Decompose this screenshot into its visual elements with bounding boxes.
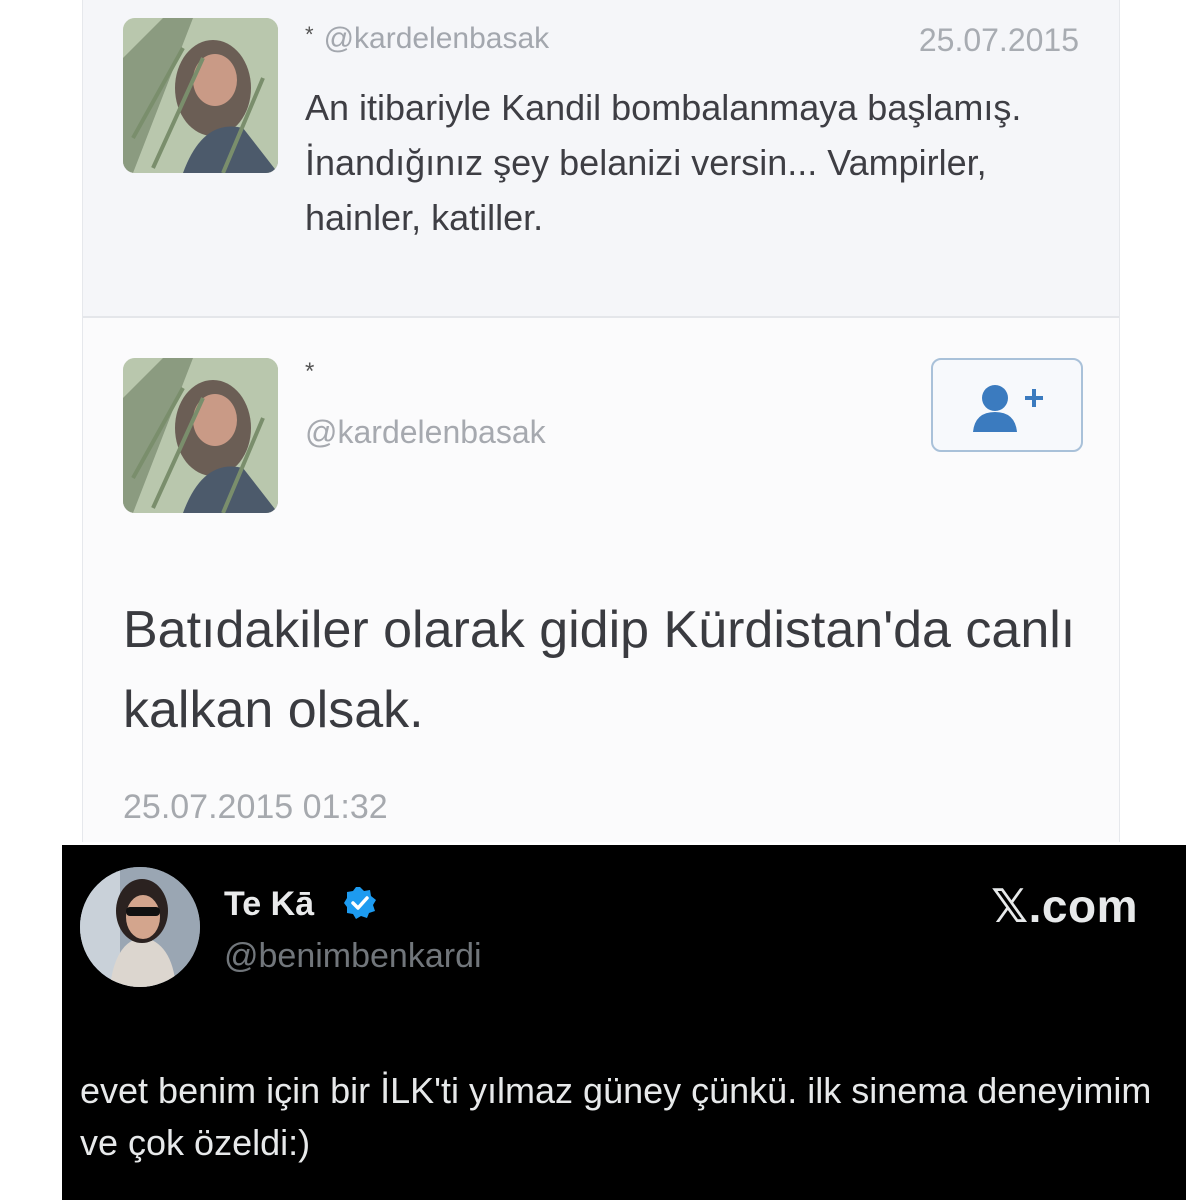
main-tweet: * @kardelenbasak Batıdakiler olarak gidi… bbox=[83, 318, 1119, 842]
follow-button[interactable] bbox=[931, 358, 1083, 452]
avatar[interactable] bbox=[80, 867, 200, 987]
tweet-text: Batıdakiler olarak gidip Kürdistan'da ca… bbox=[123, 601, 1076, 739]
avatar-photo bbox=[80, 867, 200, 987]
avatar[interactable] bbox=[123, 358, 278, 513]
x-logo-text: 𝕏.com bbox=[991, 880, 1138, 932]
tweet-text: An itibariyle Kandil bombalanmaya başlam… bbox=[305, 87, 1022, 238]
old-tweet-screenshot: * @kardelenbasak 25.07.2015 An itibariyle… bbox=[82, 0, 1120, 842]
author-star: * bbox=[305, 358, 315, 385]
avatar-photo bbox=[123, 18, 278, 173]
author-star: * bbox=[305, 22, 314, 47]
author-handle[interactable]: @kardelenbasak bbox=[305, 414, 546, 451]
verified-badge-icon bbox=[344, 887, 376, 919]
reply-tweet[interactable]: * @kardelenbasak 25.07.2015 An itibariyle… bbox=[83, 0, 1119, 318]
post-text: evet benim için bir İLK'ti yılmaz güney … bbox=[80, 1070, 1152, 1163]
avatar[interactable] bbox=[123, 18, 278, 173]
user-handle[interactable]: @benimbenkardi bbox=[224, 937, 482, 976]
tweet-date: 25.07.2015 bbox=[918, 22, 1079, 58]
x-post: Te Kā @benimbenkardi 𝕏.com evet benim iç… bbox=[62, 845, 1186, 1200]
tweet-timestamp: 25.07.2015 01:32 bbox=[123, 788, 388, 826]
follow-user-plus-icon bbox=[973, 385, 1043, 432]
author-handle[interactable]: @kardelenbasak bbox=[324, 22, 550, 55]
tweet-author: * @kardelenbasak bbox=[305, 22, 549, 56]
display-name[interactable]: Te Kā bbox=[224, 885, 314, 924]
avatar-photo bbox=[123, 358, 278, 513]
